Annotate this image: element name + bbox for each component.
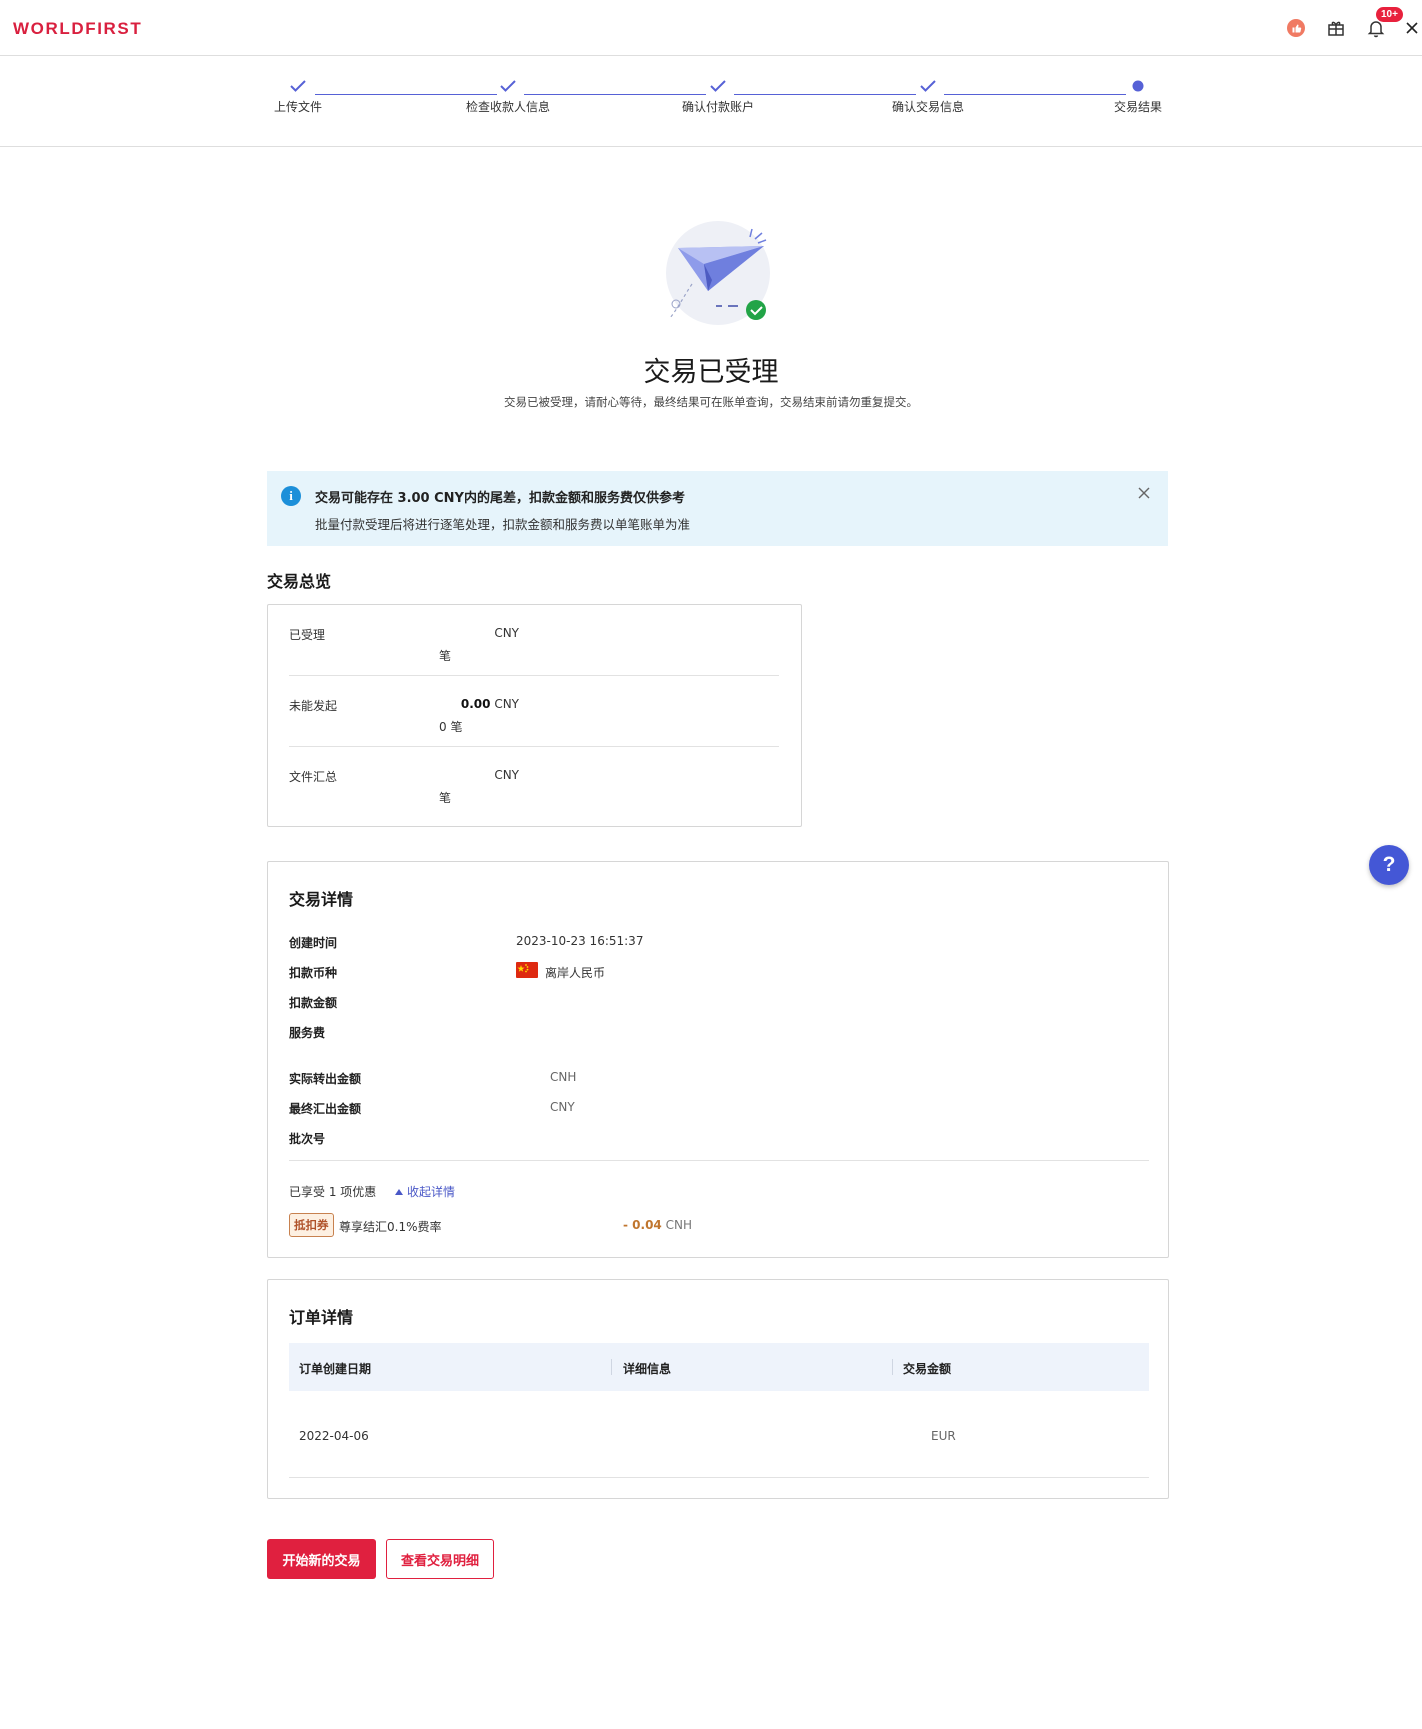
top-header: WORLDFIRST 10+ bbox=[0, 0, 1422, 56]
created-time-value: 2023-10-23 16:51:37 bbox=[516, 934, 644, 948]
caret-up-icon bbox=[395, 1188, 403, 1195]
check-icon bbox=[290, 80, 306, 92]
thumbs-up-icon[interactable] bbox=[1284, 16, 1308, 40]
final-out-currency: CNY bbox=[550, 1100, 575, 1114]
worldfirst-logo[interactable]: WORLDFIRST bbox=[13, 19, 142, 39]
column-header: 订单创建日期 bbox=[299, 1362, 372, 1376]
coupon-name: 尊享结汇0.1%费率 bbox=[339, 1220, 442, 1234]
step-confirm-transaction: 确认交易信息 bbox=[858, 76, 998, 115]
order-date: 2022-04-06 bbox=[299, 1429, 369, 1443]
debit-currency-label: 扣款币种 bbox=[289, 966, 338, 980]
details-title: 交易详情 bbox=[289, 890, 354, 909]
overview-count: 笔 bbox=[439, 649, 452, 663]
column-header: 详细信息 bbox=[623, 1362, 672, 1376]
divider bbox=[289, 1160, 1149, 1161]
debit-currency-value: 离岸人民币 bbox=[545, 966, 606, 980]
step-label: 交易结果 bbox=[1113, 100, 1162, 114]
alert-close-icon[interactable] bbox=[1134, 483, 1154, 503]
batch-number-label: 批次号 bbox=[289, 1132, 326, 1146]
overview-amount: CNY bbox=[494, 626, 519, 640]
info-alert: i 交易可能存在 3.00 CNY内的尾差，扣款金额和服务费仅供参考 批量付款受… bbox=[267, 471, 1168, 546]
overview-row-accepted: 已受理 CNY 笔 bbox=[289, 605, 779, 676]
alert-title: 交易可能存在 3.00 CNY内的尾差，扣款金额和服务费仅供参考 bbox=[315, 491, 685, 506]
order-amount-currency: EUR bbox=[931, 1429, 956, 1443]
check-icon bbox=[920, 80, 936, 92]
step-label: 检查收款人信息 bbox=[465, 100, 550, 114]
collapse-details-link[interactable]: 收起详情 bbox=[395, 1183, 455, 1200]
notification-badge: 10+ bbox=[1376, 7, 1403, 22]
actual-out-label: 实际转出金额 bbox=[289, 1072, 362, 1086]
gift-icon[interactable] bbox=[1324, 16, 1348, 40]
progress-stepper: 上传文件 检查收款人信息 确认付款账户 确认交易信息 交易结果 bbox=[0, 56, 1422, 147]
order-details-card: 订单详情 订单创建日期 详细信息 交易金额 2022-04-06 EUR bbox=[267, 1279, 1169, 1499]
alert-description: 批量付款受理后将进行逐笔处理，扣款金额和服务费以单笔账单为准 bbox=[315, 517, 691, 532]
orders-table-header: 订单创建日期 详细信息 交易金额 bbox=[289, 1343, 1149, 1391]
overview-row-file-total: 文件汇总 CNY 笔 bbox=[289, 747, 779, 818]
paper-plane-illustration bbox=[660, 218, 780, 328]
orders-title: 订单详情 bbox=[289, 1308, 354, 1327]
coupon-tag: 抵扣券 bbox=[289, 1213, 334, 1237]
step-label: 上传文件 bbox=[273, 100, 322, 114]
result-title: 交易已受理 bbox=[643, 357, 779, 388]
table-row: 2022-04-06 EUR bbox=[289, 1391, 1149, 1478]
check-icon bbox=[710, 80, 726, 92]
step-check-payee: 检查收款人信息 bbox=[438, 76, 578, 115]
overview-row-failed: 未能发起 0.00 CNY 0 笔 bbox=[289, 676, 779, 747]
created-time-label: 创建时间 bbox=[289, 936, 338, 950]
overview-amount: 0.00 CNY bbox=[460, 697, 519, 711]
final-out-label: 最终汇出金额 bbox=[289, 1102, 362, 1116]
current-step-dot-icon bbox=[1132, 80, 1144, 92]
transaction-details-card: 交易详情 创建时间 2023-10-23 16:51:37 扣款币种 离岸人民币… bbox=[267, 861, 1169, 1258]
overview-label: 未能发起 bbox=[289, 699, 338, 713]
column-separator bbox=[892, 1359, 893, 1375]
info-icon: i bbox=[281, 486, 301, 506]
step-label: 确认付款账户 bbox=[681, 100, 754, 114]
start-new-transaction-button[interactable]: 开始新的交易 bbox=[267, 1539, 376, 1579]
debit-amount-label: 扣款金额 bbox=[289, 996, 338, 1010]
column-separator bbox=[611, 1359, 612, 1375]
step-upload-file: 上传文件 bbox=[228, 76, 368, 115]
overview-count: 0 笔 bbox=[439, 720, 463, 734]
promo-summary: 已享受 1 项优惠 bbox=[289, 1185, 377, 1199]
view-transaction-details-button[interactable]: 查看交易明细 bbox=[386, 1539, 494, 1579]
service-fee-label: 服务费 bbox=[289, 1026, 326, 1040]
actual-out-currency: CNH bbox=[550, 1070, 577, 1084]
overview-amount: CNY bbox=[494, 768, 519, 782]
overview-label: 已受理 bbox=[289, 628, 326, 642]
help-button[interactable]: ? bbox=[1369, 845, 1409, 885]
overview-title: 交易总览 bbox=[267, 572, 332, 591]
result-subtitle: 交易已被受理，请耐心等待，最终结果可在账单查询，交易结束前请勿重复提交。 bbox=[504, 395, 918, 409]
coupon-amount: - 0.04 CNH bbox=[623, 1218, 692, 1232]
close-icon[interactable] bbox=[1402, 16, 1422, 40]
china-flag-icon bbox=[516, 962, 538, 981]
column-header: 交易金额 bbox=[903, 1362, 952, 1376]
overview-card: 已受理 CNY 笔 未能发起 0.00 CNY 0 笔 文件汇总 CNY 笔 bbox=[267, 604, 802, 827]
step-label: 确认交易信息 bbox=[891, 100, 964, 114]
step-confirm-account: 确认付款账户 bbox=[648, 76, 788, 115]
step-transaction-result: 交易结果 bbox=[1068, 76, 1208, 115]
overview-label: 文件汇总 bbox=[289, 770, 338, 784]
check-icon bbox=[500, 80, 516, 92]
overview-count: 笔 bbox=[439, 791, 452, 805]
